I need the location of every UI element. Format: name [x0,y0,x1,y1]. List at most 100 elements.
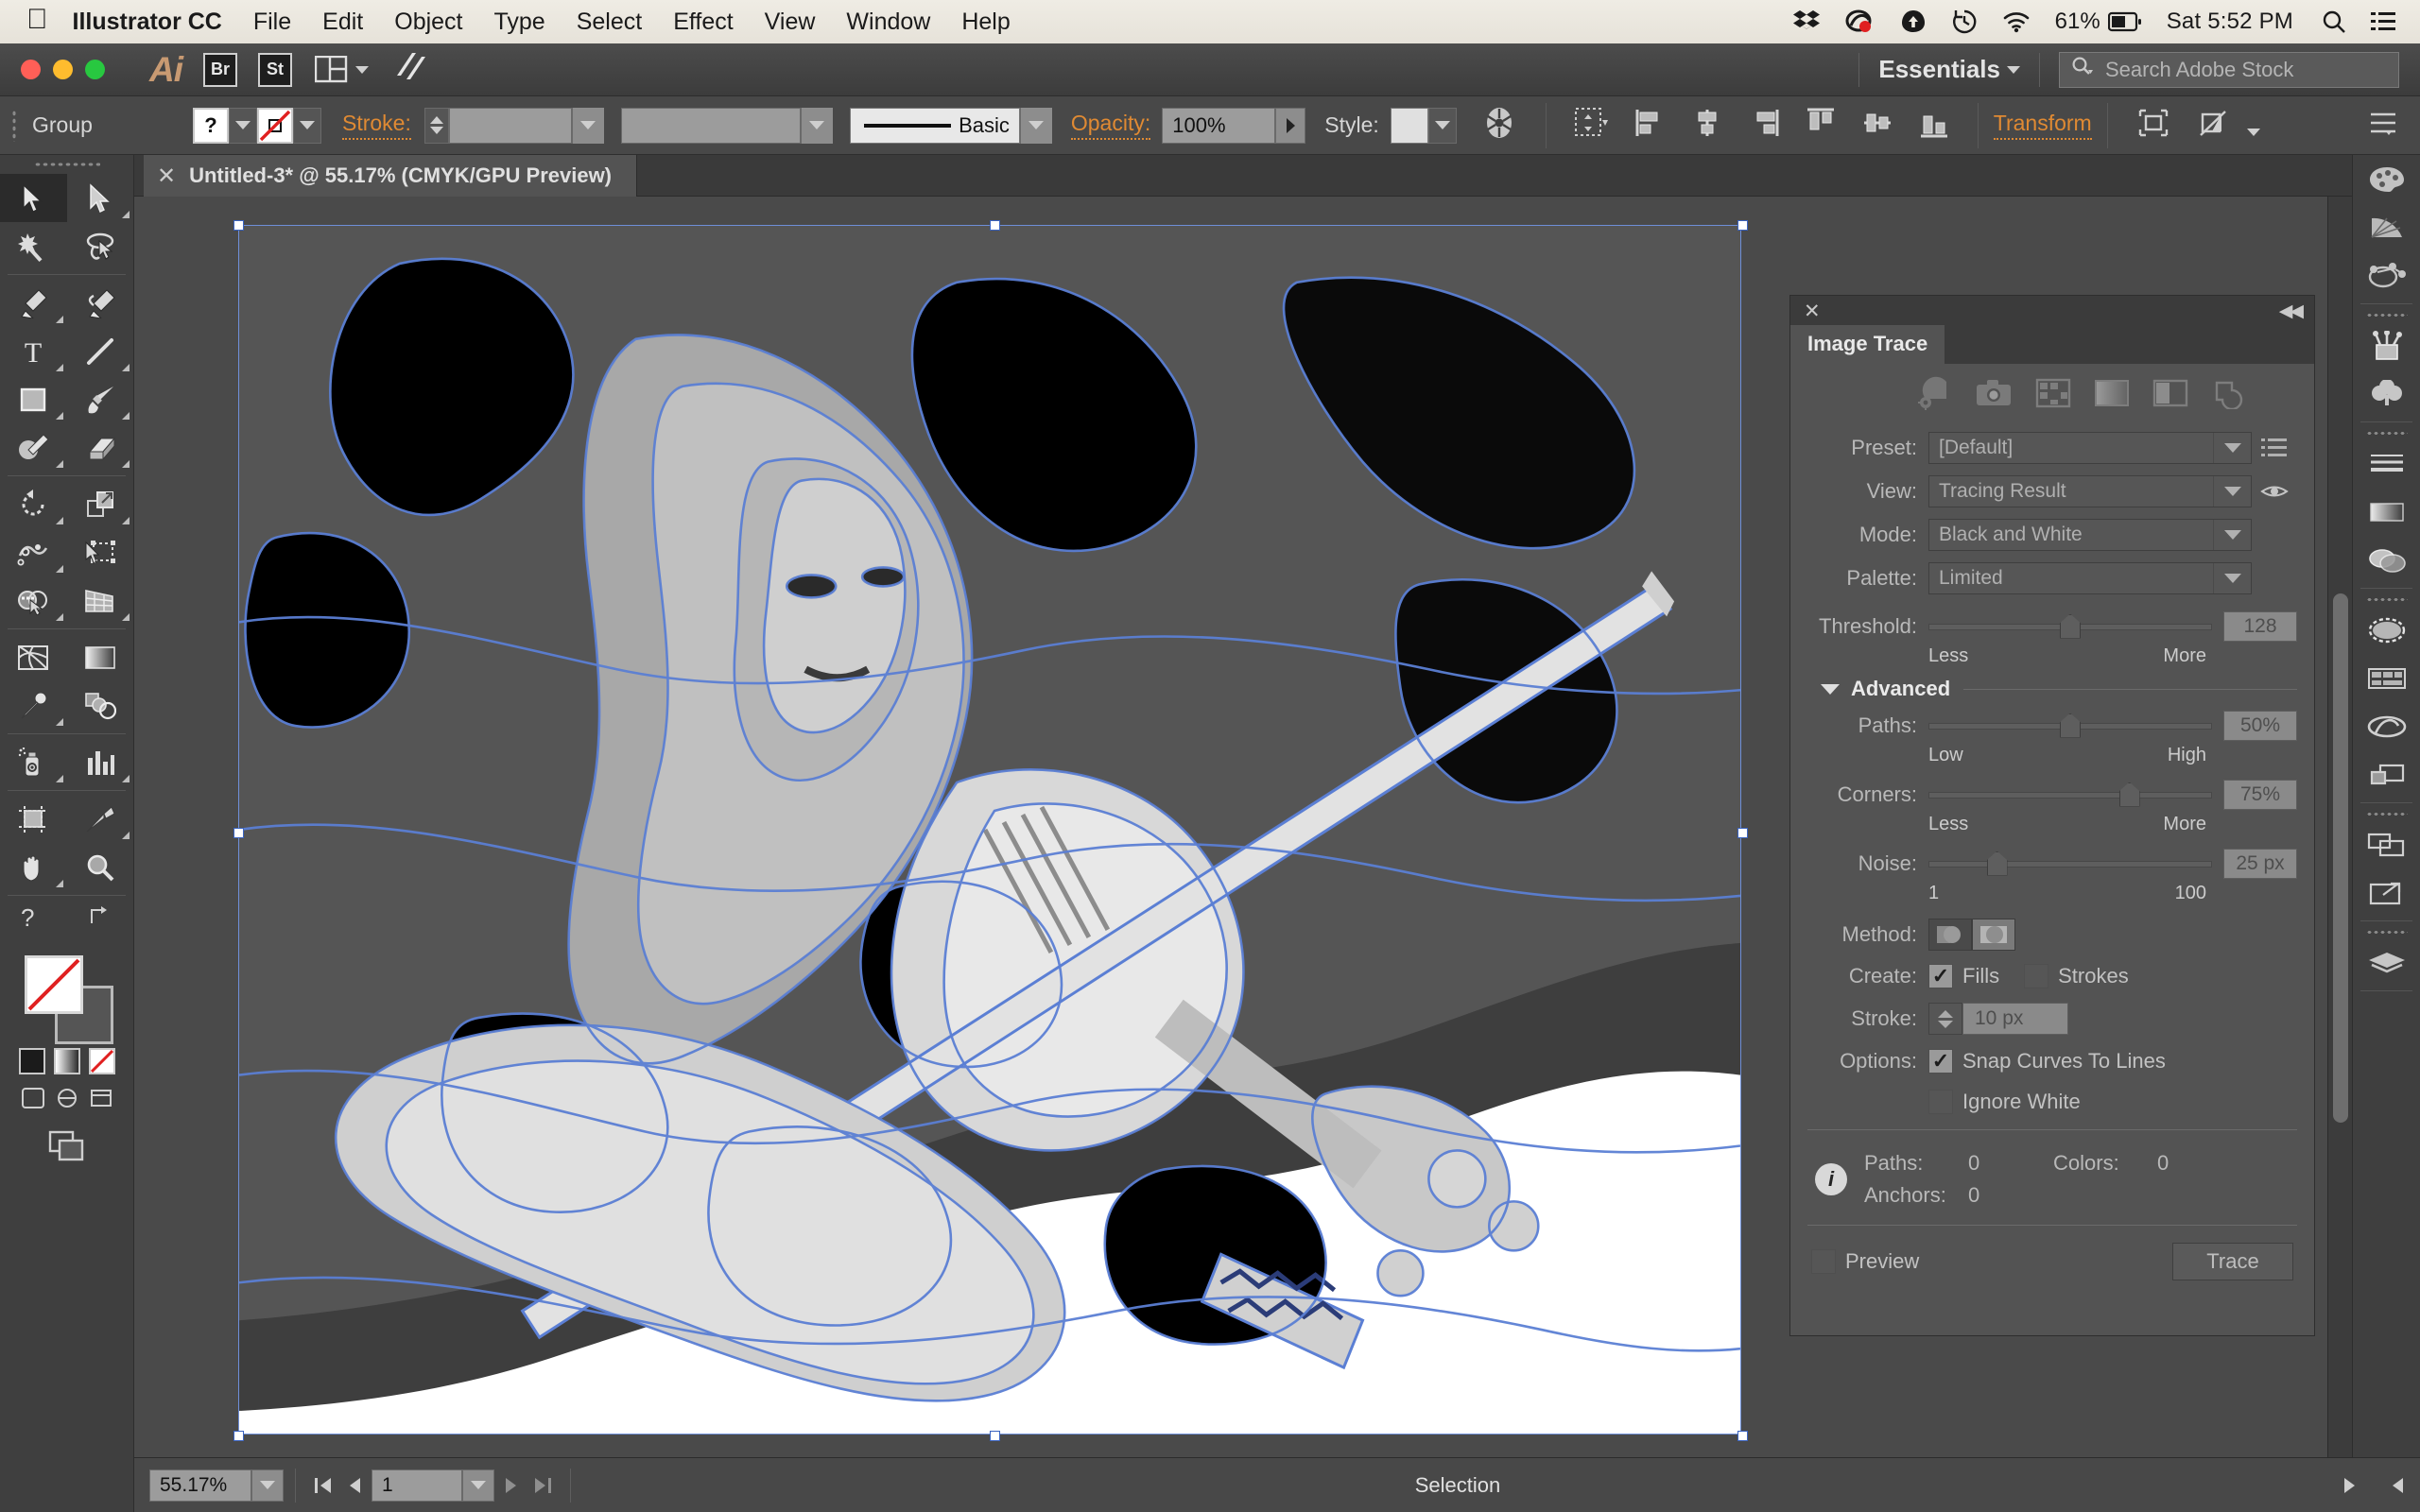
tool-flyout-indicator[interactable] [55,517,63,524]
chevron-down-icon[interactable] [2213,433,2251,463]
tool-flyout-indicator[interactable] [122,775,130,782]
opacity-label[interactable]: Opacity: [1070,111,1151,140]
close-window-button[interactable] [21,60,41,79]
brush-definition-field[interactable]: Basic [849,107,1020,144]
shaper-tool[interactable] [0,423,67,472]
chevron-down-icon[interactable] [1821,683,1840,695]
minimize-window-button[interactable] [53,60,73,79]
direct-selection-tool[interactable] [67,174,134,222]
mode-select[interactable]: Black and White [1928,519,2252,551]
selection-handle-ml[interactable] [233,828,244,838]
align-top-icon[interactable] [1805,107,1837,145]
selection-tool[interactable] [0,174,67,222]
artboard-number-dropdown[interactable] [462,1469,494,1502]
brush-definition-dropdown[interactable] [1019,107,1052,144]
chevron-down-icon[interactable] [2007,65,2020,74]
fills-checkbox[interactable]: ✓ [1928,964,1953,988]
stroke-color-swatch[interactable] [257,107,293,144]
tool-flyout-indicator[interactable] [122,832,130,839]
apple-logo-icon[interactable]:  [26,6,48,34]
upload-icon[interactable] [1900,9,1927,35]
normal-screen-mode-icon[interactable] [21,1088,44,1113]
strokes-checkbox[interactable] [2024,964,2049,988]
first-artboard-icon[interactable] [307,1469,339,1502]
stroke-stepper-arrows[interactable] [1928,1003,1962,1035]
ignore-white-checkbox[interactable] [1928,1090,1953,1114]
tool-flyout-indicator[interactable] [55,412,63,420]
fill-indicator-box[interactable] [25,955,83,1014]
overlapping-method-icon[interactable] [1972,919,2015,951]
tool-flyout-indicator[interactable] [55,316,63,323]
chevron-down-icon[interactable] [2247,129,2261,137]
creative-cloud-libraries-icon[interactable] [2353,702,2420,750]
pathfinder-panel-icon[interactable] [2353,820,2420,868]
selection-handle-tr[interactable] [1737,220,1748,231]
line-segment-tool[interactable] [67,327,134,375]
abutting-method-icon[interactable] [1928,919,1972,951]
align-panel-icon[interactable] [2353,750,2420,799]
menu-view[interactable]: View [765,9,816,36]
workspace-switcher[interactable]: Essentials [1878,55,2020,84]
selection-handle-bl[interactable] [233,1431,244,1441]
none-swatch-icon[interactable] [88,1048,115,1074]
fill-dropdown[interactable] [229,107,257,144]
perspective-grid-tool[interactable] [67,576,134,625]
chevron-down-icon[interactable] [2213,476,2251,507]
spotlight-search-icon[interactable] [2322,9,2346,34]
drawing-modes-icon[interactable] [0,1128,133,1162]
blend-tool[interactable] [67,681,134,730]
tool-flyout-indicator[interactable] [55,565,63,573]
lasso-tool[interactable] [67,222,134,270]
menu-edit[interactable]: Edit [322,9,363,36]
tool-flyout-indicator[interactable] [55,613,63,621]
image-trace-panel-icon[interactable] [2353,654,2420,702]
stroke-weight-field[interactable] [448,107,572,144]
preset-select[interactable]: [Default] [1928,432,2252,464]
paths-value-field[interactable]: 50% [2223,711,2297,741]
artboard[interactable] [233,220,1748,1441]
stroke-weight-dropdown[interactable] [571,107,604,144]
selection-handle-br[interactable] [1737,1431,1748,1441]
time-machine-icon[interactable] [1951,9,1978,35]
preview-checkbox[interactable] [1811,1249,1836,1274]
preset-menu-icon[interactable] [2252,438,2297,458]
symbols-panel-icon[interactable] [2353,369,2420,418]
type-tool[interactable]: T [0,327,67,375]
transparency-panel-icon[interactable] [2353,536,2420,584]
stroke-stepper[interactable]: 10 px [1928,1003,2068,1035]
palette-select[interactable]: Limited [1928,562,2252,594]
zoom-level-dropdown[interactable] [251,1469,284,1502]
low-fidelity-photo-icon[interactable] [2035,377,2071,414]
high-fidelity-photo-icon[interactable] [1975,377,2013,414]
graphic-style-dropdown[interactable] [1427,107,1457,144]
snap-curves-checkbox[interactable]: ✓ [1928,1049,1953,1074]
menu-select[interactable]: Select [577,9,642,36]
pen-tool[interactable] [0,279,67,327]
slice-tool[interactable] [67,795,134,843]
tool-flyout-indicator[interactable] [55,880,63,887]
dock-group-grip-3[interactable] [2353,593,2420,606]
hand-tool[interactable] [0,843,67,891]
dock-group-grip-4[interactable] [2353,807,2420,820]
document-tab[interactable]: ✕ Untitled-3* @ 55.17% (CMYK/GPU Preview… [144,155,638,197]
stroke-dropdown[interactable] [293,107,321,144]
auto-color-icon[interactable] [1914,376,1952,415]
bridge-button[interactable]: Br [203,52,237,87]
opacity-dropdown[interactable] [1275,107,1306,144]
menu-window[interactable]: Window [846,9,930,36]
layers-panel-icon[interactable] [2353,938,2420,987]
panel-menu-icon[interactable] [2367,111,2399,141]
paintbrush-tool[interactable] [67,375,134,423]
corners-value-field[interactable]: 75% [2223,780,2297,810]
tools-panel-grip[interactable] [0,155,133,174]
canvas-vertical-scroll-thumb[interactable] [2333,593,2348,1123]
width-tool[interactable] [0,528,67,576]
paths-slider-knob[interactable] [2060,713,2081,738]
stroke-value-field[interactable]: 10 px [1962,1003,2068,1035]
threshold-slider-knob[interactable] [2060,613,2081,639]
align-left-icon[interactable] [1634,107,1667,145]
tool-flyout-indicator[interactable] [122,364,130,371]
selection-handle-tl[interactable] [233,220,244,231]
battery-icon[interactable] [2107,11,2142,32]
dock-group-grip-5[interactable] [2353,925,2420,938]
